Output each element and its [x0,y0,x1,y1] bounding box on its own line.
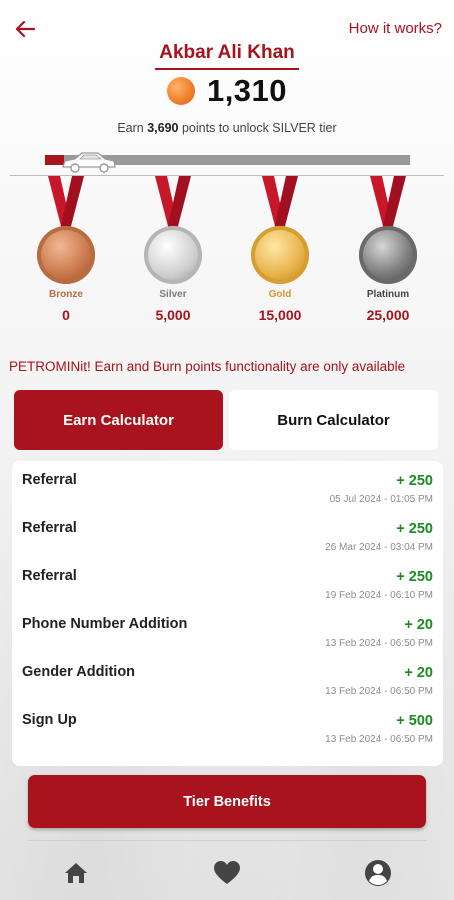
list-item: Referral + 250 05 Jul 2024 - 01:05 PM [22,461,433,509]
transaction-points: + 250 [396,473,433,489]
unlock-prefix: Earn [117,121,144,135]
bottom-nav [0,848,454,900]
silver-medal-icon [144,226,202,284]
bronze-medal-icon [37,226,95,284]
transaction-title: Referral [22,568,77,584]
car-icon [60,150,118,174]
list-item: Gender Addition + 20 13 Feb 2024 - 06:50… [22,653,433,701]
tier-points: 15,000 [258,307,302,323]
transaction-date: 13 Feb 2024 - 06:50 PM [325,686,433,697]
ribbon-icon [368,176,408,230]
tier-points: 25,000 [366,307,410,323]
ribbon-icon [153,176,193,230]
list-item: Phone Number Addition + 20 13 Feb 2024 -… [22,605,433,653]
home-icon[interactable] [61,858,91,888]
transaction-date: 13 Feb 2024 - 06:50 PM [325,734,433,745]
transaction-date: 19 Feb 2024 - 06:10 PM [325,590,433,601]
points-balance: 1,310 [0,73,454,109]
user-name: Akbar Ali Khan [159,42,295,63]
transaction-title: Referral [22,472,77,488]
list-item: Referral + 250 19 Feb 2024 - 06:10 PM [22,557,433,605]
transaction-title: Sign Up [22,712,77,728]
transaction-points: + 250 [396,521,433,537]
transaction-date: 05 Jul 2024 - 01:05 PM [329,494,433,505]
tier-label: Bronze [49,289,83,300]
transaction-date: 13 Feb 2024 - 06:50 PM [325,638,433,649]
tab-earn-calculator[interactable]: Earn Calculator [14,390,223,450]
tier-points: 0 [62,307,70,323]
scroll-fade [12,754,443,766]
heart-icon[interactable] [212,858,242,888]
tier-benefits-button[interactable]: Tier Benefits [28,775,426,828]
platinum-medal-icon [359,226,417,284]
unlock-points: 3,690 [147,121,179,135]
tier-label: Gold [268,289,292,300]
transaction-title: Phone Number Addition [22,616,188,632]
ribbon-icon [46,176,86,230]
transaction-date: 26 Mar 2024 - 03:04 PM [325,542,433,553]
transaction-points: + 20 [404,665,433,681]
transaction-points: + 500 [396,713,433,729]
coin-icon [166,77,195,105]
profile-icon[interactable] [363,858,393,888]
list-item: Sign Up + 500 13 Feb 2024 - 06:50 PM [22,701,433,749]
tier-bronze: Bronze 0 [26,176,106,323]
tier-label: Silver [159,289,187,300]
tab-burn-calculator[interactable]: Burn Calculator [229,390,438,450]
tier-platinum: Platinum 25,000 [348,176,428,323]
transaction-points: + 20 [404,617,433,633]
back-arrow-icon[interactable] [12,16,38,42]
transaction-title: Gender Addition [22,664,136,680]
tier-points: 5,000 [155,307,191,323]
gold-medal-icon [251,226,309,284]
unlock-suffix: points to unlock SILVER tier [181,121,337,135]
ribbon-icon [260,176,300,230]
tier-silver: Silver 5,000 [133,176,213,323]
how-it-works-link[interactable]: How it works? [349,20,442,37]
calculator-tabs: Earn Calculator Burn Calculator [14,390,438,450]
name-underline [155,68,299,70]
transaction-list[interactable]: Referral + 250 05 Jul 2024 - 01:05 PM Re… [12,461,443,766]
points-value: 1,310 [206,73,288,108]
tier-gold: Gold 15,000 [240,176,320,323]
info-ticker: PETROMINit! Earn and Burn points functio… [9,359,406,374]
transaction-title: Referral [22,520,77,536]
tier-label: Platinum [366,289,410,300]
transaction-points: + 250 [396,569,433,585]
unlock-message: Earn 3,690 points to unlock SILVER tier [0,121,454,135]
list-item: Referral + 250 26 Mar 2024 - 03:04 PM [22,509,433,557]
divider [28,840,426,841]
